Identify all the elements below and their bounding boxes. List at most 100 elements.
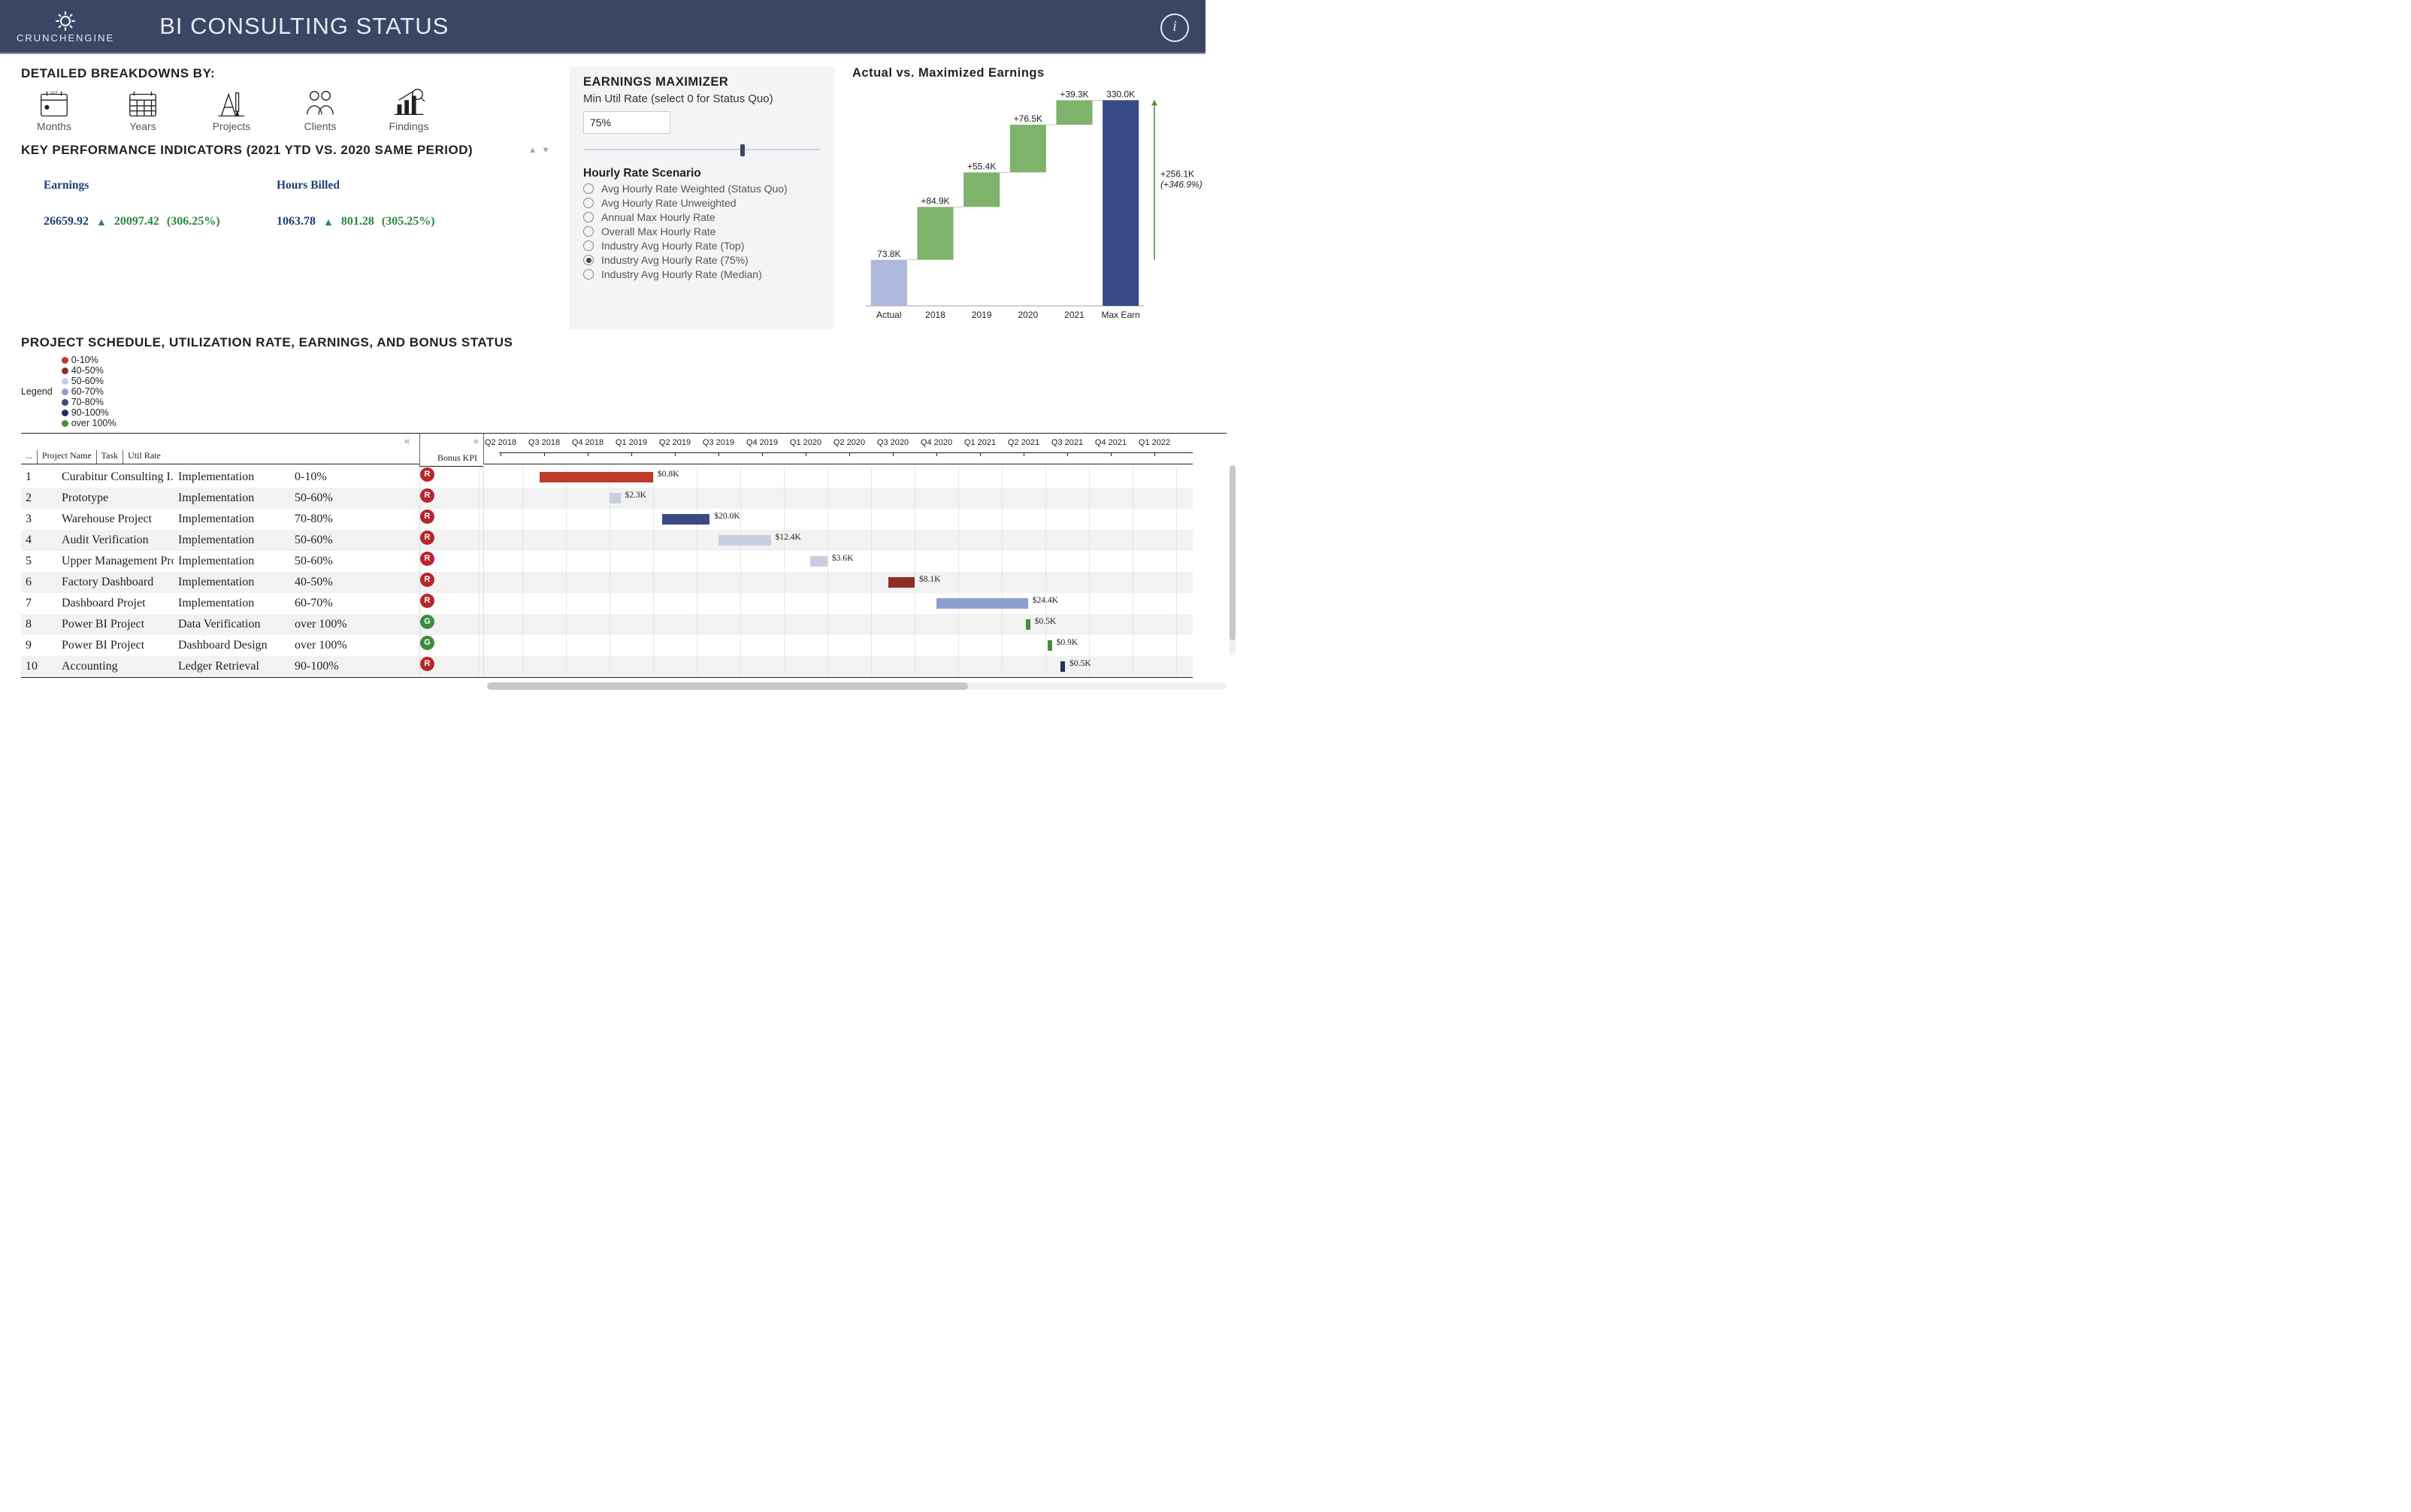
gantt-hscroll[interactable] xyxy=(21,682,1227,690)
svg-text:+39.3K: +39.3K xyxy=(1060,89,1088,99)
gantt-bar-label: $24.4K xyxy=(1033,596,1058,605)
scenario-option[interactable]: Industry Avg Hourly Rate (75%) xyxy=(583,254,821,266)
scenario-option[interactable]: Overall Max Hourly Rate xyxy=(583,225,821,237)
breakdown-findings[interactable]: Findings xyxy=(386,86,431,132)
svg-text:+55.4K: +55.4K xyxy=(967,161,996,171)
gantt-bar[interactable] xyxy=(718,535,771,546)
brand-logo: CRUNCHENGINE xyxy=(17,10,114,44)
table-row-left[interactable]: 1Curabitur Consulting I...Implementation… xyxy=(21,467,419,488)
radio-icon xyxy=(583,255,594,265)
gantt-bar-label: $2.3K xyxy=(625,491,646,500)
col-util[interactable]: Util Rate xyxy=(123,450,165,464)
timeline-cell: $0.9K xyxy=(483,635,1193,656)
table-row-left[interactable]: 10AccountingLedger Retrieval90-100% xyxy=(21,656,419,677)
gantt-title: PROJECT SCHEDULE, UTILIZATION RATE, EARN… xyxy=(21,335,1227,350)
bonus-pill: R xyxy=(420,467,434,482)
bonus-pill: R xyxy=(420,573,434,587)
breakdown-years[interactable]: Years xyxy=(120,86,165,132)
svg-text:330.0K: 330.0K xyxy=(1106,89,1135,99)
breakdown-projects[interactable]: Projects xyxy=(209,86,254,132)
bonus-cell: R xyxy=(419,551,483,572)
bonus-cell: R xyxy=(419,572,483,593)
svg-text:2018: 2018 xyxy=(925,310,945,320)
bonus-pill: G xyxy=(420,615,434,629)
legend-item: 60-70% xyxy=(62,386,116,397)
legend-item: 70-80% xyxy=(62,397,116,407)
scenario-option[interactable]: Avg Hourly Rate Weighted (Status Quo) xyxy=(583,183,821,195)
trend-up-icon: ▲ xyxy=(323,216,334,228)
svg-text:2020: 2020 xyxy=(1018,310,1038,320)
timeline-cell: $8.1K xyxy=(483,572,1193,593)
col-name[interactable]: Project Name xyxy=(37,450,96,464)
gantt-vscroll[interactable] xyxy=(1230,465,1236,655)
svg-text:+256.1K: +256.1K xyxy=(1160,169,1194,180)
gantt-bar-label: $0.9K xyxy=(1057,638,1078,647)
nav-down-icon: ▼ xyxy=(542,147,550,155)
gantt-legend: Legend 0-10% 40-50% 50-60% 60-70% 70-80%… xyxy=(21,355,1227,428)
gantt-bar[interactable] xyxy=(1026,619,1030,630)
scenario-option[interactable]: Avg Hourly Rate Unweighted xyxy=(583,197,821,209)
radio-icon xyxy=(583,269,594,280)
bonus-pill: G xyxy=(420,636,434,650)
brand-text-2: ENGINE xyxy=(68,32,114,44)
info-button[interactable]: i xyxy=(1160,14,1189,42)
earnings-maximizer-panel: EARNINGS MAXIMIZER Min Util Rate (select… xyxy=(570,66,834,329)
table-row-left[interactable]: 7Dashboard ProjetImplementation60-70% xyxy=(21,593,419,614)
scenario-option[interactable]: Industry Avg Hourly Rate (Median) xyxy=(583,268,821,280)
timeline-cell: $20.0K xyxy=(483,509,1193,530)
breakdown-clients[interactable]: Clients xyxy=(298,86,343,132)
scenario-option[interactable]: Annual Max Hourly Rate xyxy=(583,211,821,223)
gantt-bar[interactable] xyxy=(1060,661,1065,672)
timeline-header: Q2 2018Q3 2018Q4 2018Q1 2019Q2 2019Q3 20… xyxy=(483,434,1193,464)
col-bonus[interactable]: Bonus KPI xyxy=(419,434,483,467)
radio-icon xyxy=(583,212,594,222)
bonus-pill: R xyxy=(420,657,434,671)
legend-item: 90-100% xyxy=(62,407,116,418)
gantt-grid: « « ... Project Name Task Util Rate Bonu… xyxy=(21,433,1227,678)
table-row-left[interactable]: 9Power BI ProjectDashboard Designover 10… xyxy=(21,635,419,656)
waterfall-title: Actual vs. Maximized Earnings xyxy=(852,66,1227,80)
breakdown-months[interactable]: OCTMonths xyxy=(32,86,77,132)
legend-item: 0-10% xyxy=(62,355,116,365)
waterfall-chart: Actual2018201920202021Max Earn73.8K+84.9… xyxy=(852,80,1227,325)
util-rate-slider[interactable] xyxy=(583,143,821,156)
gantt-section: PROJECT SCHEDULE, UTILIZATION RATE, EARN… xyxy=(21,335,1227,690)
breakdowns-title: DETAILED BREAKDOWNS BY: xyxy=(21,66,570,81)
table-row-left[interactable]: 8Power BI ProjectData Verificationover 1… xyxy=(21,614,419,635)
gantt-bar[interactable] xyxy=(1048,640,1052,651)
col-task[interactable]: Task xyxy=(96,450,123,464)
gantt-bar[interactable] xyxy=(888,577,915,588)
table-row-left[interactable]: 6Factory DashboardImplementation40-50% xyxy=(21,572,419,593)
gantt-bar[interactable] xyxy=(936,598,1028,609)
gantt-bar[interactable] xyxy=(810,556,827,567)
kpi-title: KEY PERFORMANCE INDICATORS (2021 YTD VS.… xyxy=(21,143,570,158)
svg-text:Actual: Actual xyxy=(876,310,901,320)
radio-icon xyxy=(583,240,594,251)
table-row-left[interactable]: 4Audit VerificationImplementation50-60% xyxy=(21,530,419,551)
table-row-left[interactable]: 2PrototypeImplementation50-60% xyxy=(21,488,419,509)
col-idx[interactable]: ... xyxy=(21,450,37,464)
gantt-bar-label: $12.4K xyxy=(776,533,801,542)
scenario-option[interactable]: Industry Avg Hourly Rate (Top) xyxy=(583,240,821,252)
table-row-left[interactable]: 5Upper Management Pro...Implementation50… xyxy=(21,551,419,572)
util-rate-label: Min Util Rate (select 0 for Status Quo) xyxy=(583,92,821,105)
gantt-bar[interactable] xyxy=(662,514,710,525)
gantt-bar[interactable] xyxy=(610,493,621,503)
kpi-nav[interactable]: ▲▼ xyxy=(528,147,550,155)
timeline-cell: $0.5K xyxy=(483,656,1193,677)
svg-text:Max Earn: Max Earn xyxy=(1101,310,1139,320)
table-row-left[interactable]: 3Warehouse ProjectImplementation70-80% xyxy=(21,509,419,530)
gantt-bar-label: $20.0K xyxy=(714,512,740,521)
gantt-bar-label: $0.5K xyxy=(1035,617,1056,626)
breakdowns-section: DETAILED BREAKDOWNS BY: OCTMonths Years Pr… xyxy=(21,66,570,132)
gantt-bar-label: $8.1K xyxy=(919,575,940,584)
svg-text:OCT: OCT xyxy=(50,91,58,95)
bonus-pill: R xyxy=(420,594,434,608)
bonus-pill: R xyxy=(420,510,434,524)
legend-item: 50-60% xyxy=(62,376,116,386)
util-rate-input[interactable]: 75% xyxy=(583,111,670,134)
timeline-cell: $24.4K xyxy=(483,593,1193,614)
svg-text:2019: 2019 xyxy=(972,310,992,320)
gantt-bar[interactable] xyxy=(540,472,653,482)
radio-icon xyxy=(583,183,594,194)
